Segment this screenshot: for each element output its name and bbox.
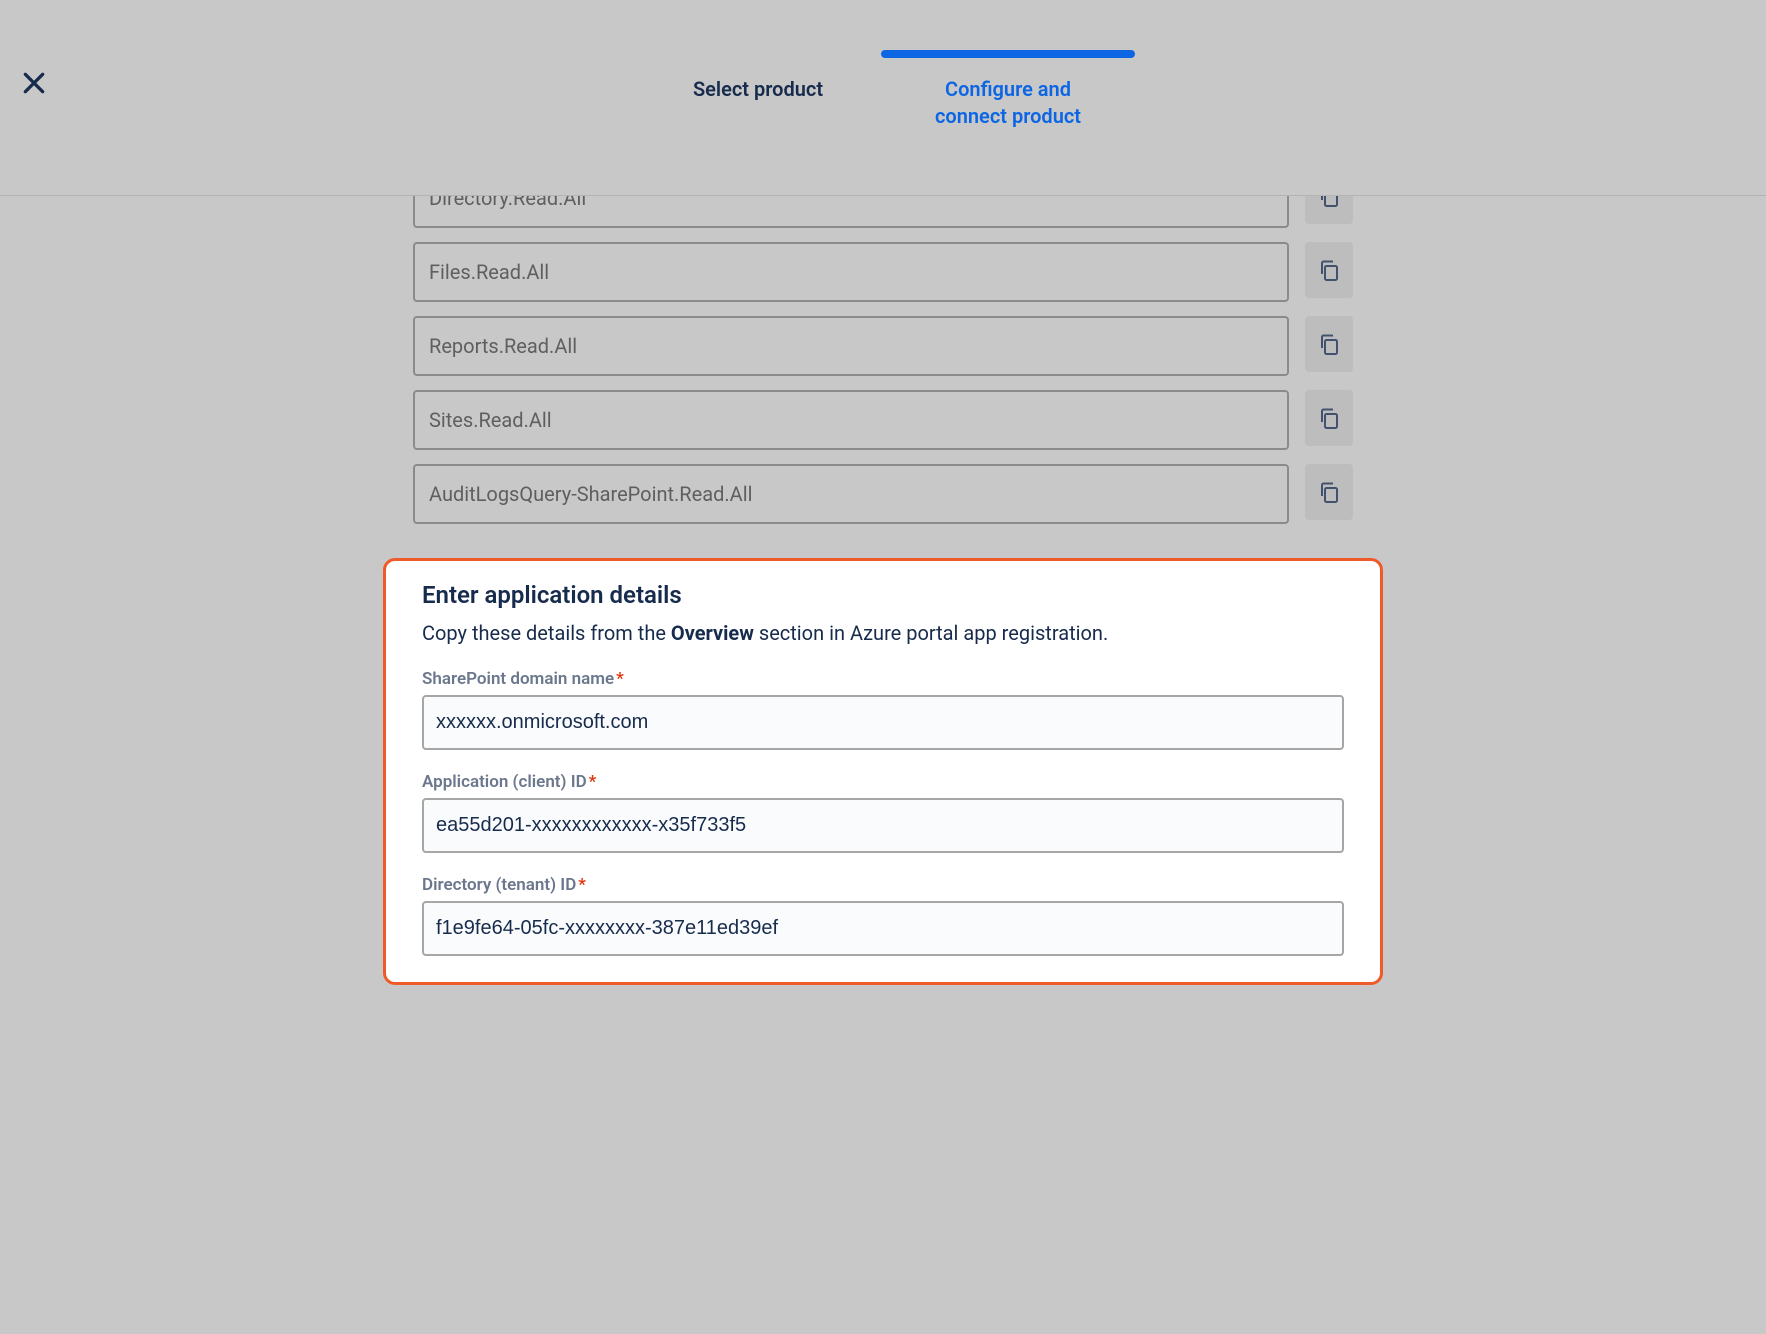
copy-icon [1317, 258, 1341, 282]
details-subtext-pre: Copy these details from the [422, 621, 671, 645]
client-id-input[interactable] [422, 798, 1344, 853]
permission-value: Directory.Read.All [413, 196, 1289, 228]
close-icon [21, 70, 47, 96]
client-id-label: Application (client) ID* [422, 772, 1344, 792]
field-label-text: Application (client) ID [422, 772, 587, 792]
close-button[interactable] [14, 63, 54, 103]
wizard-steps: Select product Configure and connect pro… [678, 50, 1088, 130]
permission-value: Sites.Read.All [413, 390, 1289, 450]
permission-row: AuditLogsQuery-SharePoint.Read.All [413, 464, 1353, 524]
details-heading: Enter application details [422, 581, 1344, 609]
details-subtext-bold: Overview [671, 621, 754, 645]
copy-button[interactable] [1305, 464, 1353, 520]
application-details-panel: Enter application details Copy these det… [383, 558, 1383, 985]
field-label-text: SharePoint domain name [422, 669, 614, 689]
required-asterisk: * [589, 772, 597, 792]
required-asterisk: * [578, 875, 586, 895]
permission-row: Files.Read.All [413, 242, 1353, 302]
details-subtext: Copy these details from the Overview sec… [422, 621, 1344, 645]
copy-button[interactable] [1305, 316, 1353, 372]
copy-button[interactable] [1305, 196, 1353, 224]
field-label-text: Directory (tenant) ID [422, 875, 576, 895]
copy-button[interactable] [1305, 390, 1353, 446]
tenant-id-label: Directory (tenant) ID* [422, 875, 1344, 895]
content-area: Directory.Read.All Files.Read.All Report… [0, 196, 1766, 1334]
active-step-indicator [881, 50, 1135, 58]
details-subtext-post: section in Azure portal app registration… [754, 621, 1108, 645]
step-label: Configure and connect product [928, 76, 1088, 130]
tenant-id-input[interactable] [422, 901, 1344, 956]
step-label: Select product [693, 76, 823, 103]
permission-row: Reports.Read.All [413, 316, 1353, 376]
copy-button[interactable] [1305, 242, 1353, 298]
sharepoint-domain-input[interactable] [422, 695, 1344, 750]
required-asterisk: * [616, 669, 624, 689]
permission-value: Reports.Read.All [413, 316, 1289, 376]
step-select-product[interactable]: Select product [678, 50, 838, 130]
copy-icon [1317, 332, 1341, 356]
sharepoint-domain-label: SharePoint domain name* [422, 669, 1344, 689]
step-configure-connect[interactable]: Configure and connect product [928, 50, 1088, 130]
permission-value: AuditLogsQuery-SharePoint.Read.All [413, 464, 1289, 524]
wizard-header: Select product Configure and connect pro… [0, 0, 1766, 196]
permission-row: Directory.Read.All [413, 196, 1353, 228]
copy-icon [1317, 480, 1341, 504]
copy-icon [1317, 406, 1341, 430]
copy-icon [1317, 196, 1341, 208]
permission-value: Files.Read.All [413, 242, 1289, 302]
permission-row: Sites.Read.All [413, 390, 1353, 450]
